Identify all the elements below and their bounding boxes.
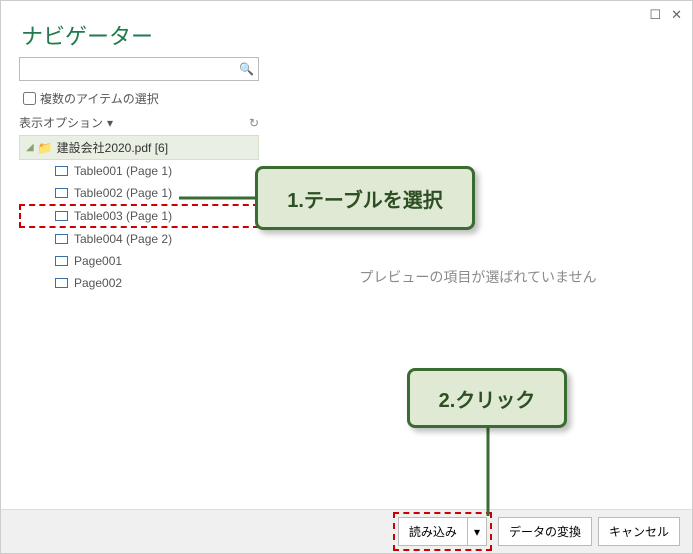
tree-item-table003[interactable]: Table003 (Page 1) — [19, 204, 259, 228]
table-icon — [55, 256, 68, 266]
load-button-dropdown[interactable]: ▾ — [467, 517, 487, 546]
preview-empty-message: プレビューの項目が選ばれていません — [359, 267, 596, 287]
display-options-label: 表示オプション — [19, 114, 103, 131]
tree-item-label: Table002 (Page 1) — [74, 186, 172, 200]
table-icon — [55, 278, 68, 288]
multi-select-label: 複数のアイテムの選択 — [40, 90, 159, 107]
tree-root[interactable]: ◢ 📁 建設会社2020.pdf [6] — [19, 135, 259, 160]
caret-down-icon: ◢ — [26, 142, 34, 153]
load-button-highlight: 読み込み ▾ — [393, 512, 492, 551]
tree-root-label: 建設会社2020.pdf [6] — [57, 139, 168, 156]
table-icon — [55, 166, 68, 176]
chevron-down-icon: ▾ — [107, 116, 113, 130]
tree-item-label: Table004 (Page 2) — [74, 232, 172, 246]
tree-item-table001[interactable]: Table001 (Page 1) — [19, 160, 259, 182]
tree-item-table002[interactable]: Table002 (Page 1) — [19, 182, 259, 204]
page-title: ナビゲーター — [1, 1, 692, 63]
annotation-callout-1: 1.テーブルを選択 — [255, 166, 475, 230]
multi-select-input[interactable] — [23, 92, 36, 105]
tree-item-label: Page001 — [74, 254, 122, 268]
close-icon[interactable]: ✕ — [671, 7, 682, 23]
search-input-wrap[interactable]: 🔍 — [19, 57, 259, 81]
cancel-button[interactable]: キャンセル — [598, 517, 680, 546]
search-input[interactable] — [24, 61, 239, 77]
refresh-icon[interactable]: ↻ — [249, 116, 259, 130]
maximize-icon[interactable]: ☐ — [649, 7, 661, 23]
tree: ◢ 📁 建設会社2020.pdf [6] Table001 (Page 1) T… — [19, 135, 259, 294]
transform-data-label: データの変換 — [509, 523, 581, 540]
dialog-footer: 読み込み ▾ データの変換 キャンセル — [1, 509, 692, 553]
tree-item-label: Page002 — [74, 276, 122, 290]
preview-panel: プレビューの項目が選ばれていません — [276, 57, 680, 497]
tree-item-label: Table001 (Page 1) — [74, 164, 172, 178]
table-icon — [55, 234, 68, 244]
navigator-left-panel: 🔍 複数のアイテムの選択 表示オプション ▾ ↻ ◢ 📁 建設会社2020.pd… — [19, 57, 259, 294]
tree-item-table004[interactable]: Table004 (Page 2) — [19, 228, 259, 250]
annotation-callout-2: 2.クリック — [407, 368, 567, 428]
folder-icon: 📁 — [38, 141, 53, 155]
tree-item-label: Table003 (Page 1) — [74, 209, 172, 223]
load-button[interactable]: 読み込み — [398, 517, 467, 546]
display-options-dropdown[interactable]: 表示オプション ▾ — [19, 114, 113, 131]
chevron-down-icon: ▾ — [474, 525, 480, 539]
tree-item-page002[interactable]: Page002 — [19, 272, 259, 294]
transform-data-button[interactable]: データの変換 — [498, 517, 592, 546]
search-icon[interactable]: 🔍 — [239, 62, 254, 76]
table-icon — [55, 211, 68, 221]
load-button-label: 読み込み — [409, 523, 457, 540]
multi-select-checkbox[interactable]: 複数のアイテムの選択 — [19, 89, 259, 108]
table-icon — [55, 188, 68, 198]
tree-item-page001[interactable]: Page001 — [19, 250, 259, 272]
cancel-label: キャンセル — [609, 523, 669, 540]
